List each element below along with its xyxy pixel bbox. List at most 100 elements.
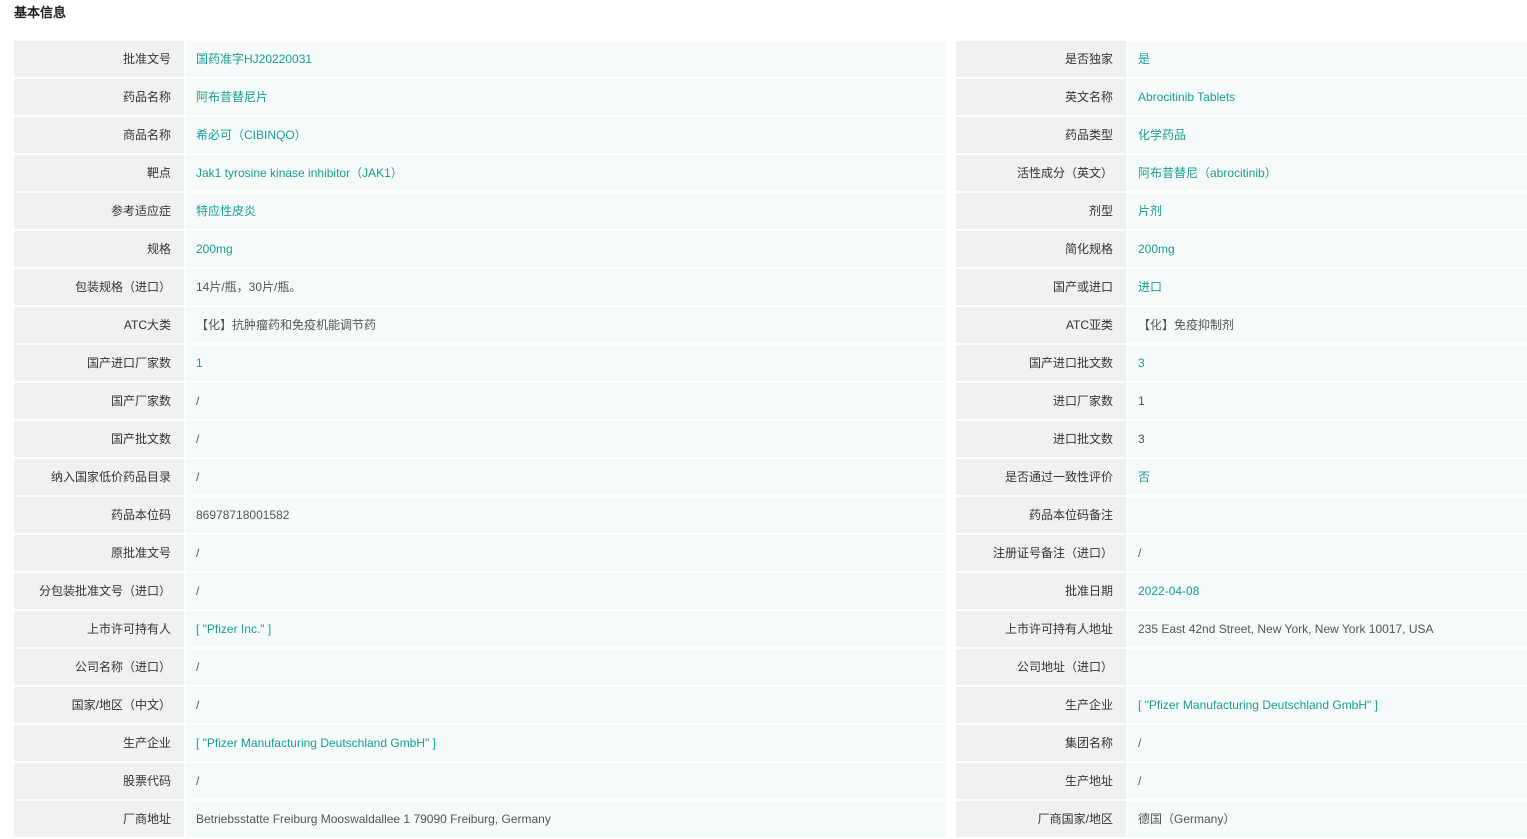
field-value-link[interactable]: [ "Pfizer Inc." ] (186, 611, 946, 647)
field-label: 纳入国家低价药品目录 (14, 459, 184, 495)
field-label: ATC大类 (14, 307, 184, 343)
table-row: 原批准文号 / 注册证号备注（进口） / (14, 535, 1527, 571)
field-label: 国产或进口 (956, 269, 1126, 305)
field-value: 86978718001582 (186, 497, 946, 533)
field-value (1128, 649, 1527, 685)
field-value-link[interactable]: 特应性皮炎 (186, 193, 946, 229)
table-row: 包装规格（进口） 14片/瓶，30片/瓶。 国产或进口 进口 (14, 269, 1527, 305)
table-row: 批准文号 国药准字HJ20220031 是否独家是 (14, 41, 1527, 77)
field-label: 集团名称 (956, 725, 1126, 761)
field-value: / (186, 535, 946, 571)
field-label: 剂型 (956, 193, 1126, 229)
table-row: 靶点 Jak1 tyrosine kinase inhibitor（JAK1） 活性… (14, 155, 1527, 191)
field-value: / (186, 383, 946, 419)
field-value: / (186, 649, 946, 685)
field-label: 国产进口厂家数 (14, 345, 184, 381)
field-label: 国家/地区（中文） (14, 687, 184, 723)
field-label: 参考适应症 (14, 193, 184, 229)
field-label: 药品名称 (14, 79, 184, 115)
table-row: ATC大类 【化】抗肿瘤药和免疫机能调节药 ATC亚类 【化】免疫抑制剂 (14, 307, 1527, 343)
field-value-link[interactable]: 2022-04-08 (1128, 573, 1527, 609)
field-label: 公司地址（进口） (956, 649, 1126, 685)
field-label: 进口批文数 (956, 421, 1126, 457)
field-label: 生产地址 (956, 763, 1126, 799)
field-value-link[interactable]: [ "Pfizer Manufacturing Deutschland GmbH… (1128, 687, 1527, 723)
table-row: 药品本位码 86978718001582 药品本位码备注 (14, 497, 1527, 533)
field-label: 上市许可持有人地址 (956, 611, 1126, 647)
field-value-link[interactable]: Abrocitinib Tablets (1128, 79, 1527, 115)
table-row: 国产厂家数 / 进口厂家数 1 (14, 383, 1527, 419)
table-row: 国产批文数 / 进口批文数 3 (14, 421, 1527, 457)
field-value-link[interactable]: 化学药品 (1128, 117, 1527, 153)
table-row: 公司名称（进口） / 公司地址（进口） (14, 649, 1527, 685)
field-label: 活性成分（英文） (956, 155, 1126, 191)
field-value-link[interactable]: 进口 (1128, 269, 1527, 305)
field-label: 生产企业 (14, 725, 184, 761)
field-label: 上市许可持有人 (14, 611, 184, 647)
field-label: ATC亚类 (956, 307, 1126, 343)
field-label: 商品名称 (14, 117, 184, 153)
field-value: 235 East 42nd Street, New York, New York… (1128, 611, 1527, 647)
field-label: 进口厂家数 (956, 383, 1126, 419)
table-row: 规格 200mg 简化规格 200mg (14, 231, 1527, 267)
field-value-link[interactable]: 阿布昔替尼片 (186, 79, 946, 115)
field-label: 生产企业 (956, 687, 1126, 723)
field-value: / (1128, 763, 1527, 799)
field-label: 靶点 (14, 155, 184, 191)
field-label: 原批准文号 (14, 535, 184, 571)
field-label: 批准文号 (14, 41, 184, 77)
field-value-link[interactable]: 200mg (186, 231, 946, 267)
table-row: 国家/地区（中文） / 生产企业[ "Pfizer Manufacturing De… (14, 687, 1527, 723)
field-label: 药品本位码 (14, 497, 184, 533)
field-value-link[interactable]: 阿布昔替尼（abrocitinib） (1128, 155, 1527, 191)
field-value-link[interactable]: [ "Pfizer Manufacturing Deutschland GmbH… (186, 725, 946, 761)
field-value: / (1128, 725, 1527, 761)
field-label: 是否独家 (956, 41, 1126, 77)
table-row: 分包装批准文号（进口） / 批准日期 2022-04-08 (14, 573, 1527, 609)
field-label: 分包装批准文号（进口） (14, 573, 184, 609)
field-value-link[interactable]: 200mg (1128, 231, 1527, 267)
field-label: 规格 (14, 231, 184, 267)
table-row: 纳入国家低价药品目录 / 是否通过一致性评价否 (14, 459, 1527, 495)
table-row: 商品名称 希必可（CIBINQO） 药品类型 化学药品 (14, 117, 1527, 153)
table-row: 生产企业[ "Pfizer Manufacturing Deutschland … (14, 725, 1527, 761)
field-value: 【化】免疫抑制剂 (1128, 307, 1527, 343)
field-label: 简化规格 (956, 231, 1126, 267)
field-label: 药品类型 (956, 117, 1126, 153)
field-label: 英文名称 (956, 79, 1126, 115)
field-value-link[interactable]: 3 (1128, 345, 1527, 381)
table-row: 国产进口厂家数 1 国产进口批文数 3 (14, 345, 1527, 381)
table-row: 股票代码 / 生产地址 / (14, 763, 1527, 799)
field-label: 国产批文数 (14, 421, 184, 457)
field-value: 3 (1128, 421, 1527, 457)
field-value-link[interactable]: 1 (186, 345, 946, 381)
field-value (1128, 497, 1527, 533)
field-value-link[interactable]: 希必可（CIBINQO） (186, 117, 946, 153)
section-title: 基本信息 (14, 5, 67, 20)
field-label: 股票代码 (14, 763, 184, 799)
field-value-link[interactable]: 是 (1128, 41, 1527, 77)
table-row: 上市许可持有人[ "Pfizer Inc." ] 上市许可持有人地址 235 Eas… (14, 611, 1527, 647)
field-label: 是否通过一致性评价 (956, 459, 1126, 495)
info-table: 批准文号 国药准字HJ20220031 是否独家是药品名称 阿布昔替尼片 英文名称 Abr… (14, 41, 1527, 839)
field-value: / (186, 687, 946, 723)
field-value-link[interactable]: 否 (1128, 459, 1527, 495)
table-row: 药品名称 阿布昔替尼片 英文名称 Abrocitinib Tablets (14, 79, 1527, 115)
field-value-link[interactable]: Jak1 tyrosine kinase inhibitor（JAK1） (186, 155, 946, 191)
field-value: / (186, 459, 946, 495)
field-label: 包装规格（进口） (14, 269, 184, 305)
field-value-link[interactable]: 片剂 (1128, 193, 1527, 229)
field-value-link[interactable]: 国药准字HJ20220031 (186, 41, 946, 77)
field-label: 批准日期 (956, 573, 1126, 609)
field-value: 1 (1128, 383, 1527, 419)
field-value: 14片/瓶，30片/瓶。 (186, 269, 946, 305)
field-label: 国产进口批文数 (956, 345, 1126, 381)
field-label: 注册证号备注（进口） (956, 535, 1126, 571)
field-value: / (186, 573, 946, 609)
field-value: 【化】抗肿瘤药和免疫机能调节药 (186, 307, 946, 343)
table-row: 参考适应症 特应性皮炎 剂型 片剂 (14, 193, 1527, 229)
field-value: / (186, 421, 946, 457)
field-label: 国产厂家数 (14, 383, 184, 419)
field-label: 公司名称（进口） (14, 649, 184, 685)
field-label: 药品本位码备注 (956, 497, 1126, 533)
